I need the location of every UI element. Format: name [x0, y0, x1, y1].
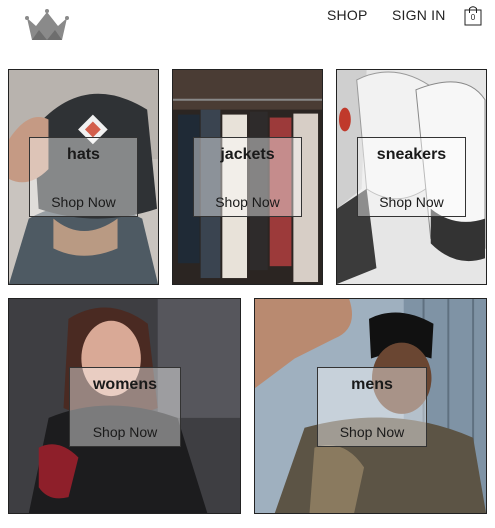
shop-now-link[interactable]: Shop Now [194, 194, 301, 210]
shop-now-link[interactable]: Shop Now [358, 194, 465, 210]
category-title: sneakers [376, 146, 447, 163]
category-title: womens [92, 376, 157, 393]
cart-count: 0 [470, 13, 476, 22]
sneakers-overlay: sneakers Shop Now [357, 137, 466, 217]
jackets-overlay: jackets Shop Now [193, 137, 302, 217]
header: SHOP SIGN IN 0 [0, 0, 495, 50]
category-title: jackets [220, 146, 275, 163]
mens-overlay: mens Shop Now [317, 367, 427, 447]
hats-overlay: hats Shop Now [29, 137, 138, 217]
shop-now-link[interactable]: Shop Now [30, 194, 137, 210]
category-title: hats [67, 146, 100, 163]
category-tile-womens[interactable]: womens Shop Now [8, 298, 241, 514]
category-tile-sneakers[interactable]: sneakers Shop Now [336, 69, 487, 285]
nav-sign-in-link[interactable]: SIGN IN [392, 7, 446, 23]
womens-overlay: womens Shop Now [69, 367, 181, 447]
nav-shop-link[interactable]: SHOP [327, 7, 367, 23]
category-tile-jackets[interactable]: jackets Shop Now [172, 69, 323, 285]
category-tile-hats[interactable]: hats Shop Now [8, 69, 159, 285]
crown-logo[interactable] [24, 6, 70, 42]
shop-now-link[interactable]: Shop Now [318, 424, 426, 440]
shop-now-link[interactable]: Shop Now [70, 424, 180, 440]
cart-button[interactable]: 0 [462, 4, 484, 26]
category-tile-mens[interactable]: mens Shop Now [254, 298, 487, 514]
category-title: mens [351, 376, 393, 393]
